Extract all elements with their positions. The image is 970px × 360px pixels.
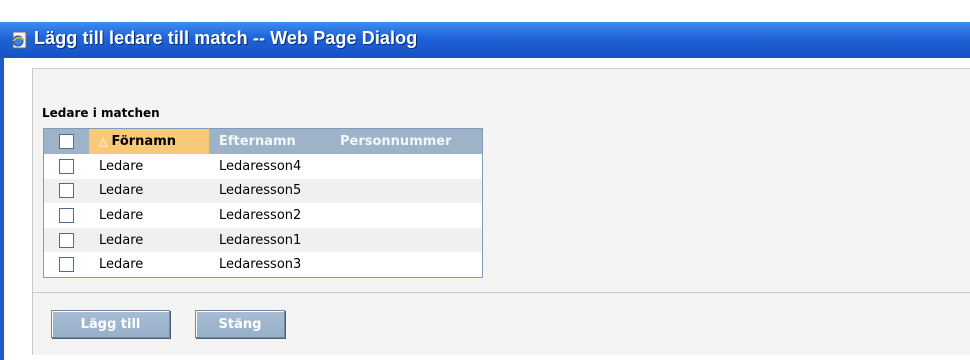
title-bar[interactable]: Lägg till ledare till match -- Web Page … <box>0 22 970 58</box>
section-heading: Ledare i matchen <box>42 106 160 120</box>
cell-first-name: Ledare <box>99 207 144 223</box>
cropped-caption <box>0 0 970 22</box>
sort-ascending-icon: △ <box>99 135 108 148</box>
leaders-grid: △ Förnamn Efternamn Personnummer Ledare … <box>43 128 483 278</box>
add-button[interactable]: Lägg till <box>51 310 170 338</box>
row-select-cell <box>44 252 89 277</box>
window-title: Lägg till ledare till match -- Web Page … <box>34 28 418 48</box>
column-header-first-name-label: Förnamn <box>111 134 176 149</box>
cell-personal-number <box>330 203 482 228</box>
column-header-last-name[interactable]: Efternamn <box>209 129 330 154</box>
row-checkbox[interactable] <box>59 158 74 174</box>
table-row[interactable]: Ledare Ledaresson3 <box>44 252 482 277</box>
column-header-personal-number-label: Personnummer <box>340 134 452 149</box>
column-header-personal-number[interactable]: Personnummer <box>330 129 482 154</box>
close-button[interactable]: Stäng <box>195 310 285 338</box>
cell-last-name: Ledaresson5 <box>219 183 302 199</box>
column-header-first-name[interactable]: △ Förnamn <box>89 129 209 154</box>
row-checkbox[interactable] <box>59 207 74 223</box>
table-row[interactable]: Ledare Ledaresson2 <box>44 203 482 228</box>
cell-first-name: Ledare <box>99 232 144 248</box>
column-header-last-name-label: Efternamn <box>219 134 296 149</box>
cell-last-name: Ledaresson4 <box>219 158 302 174</box>
cell-personal-number <box>330 228 482 253</box>
grid-body: Ledare Ledaresson4 Ledare Ledaresson5 Le… <box>44 154 482 277</box>
table-row[interactable]: Ledare Ledaresson5 <box>44 178 482 204</box>
row-select-cell <box>44 203 89 228</box>
ie-page-icon <box>12 31 27 49</box>
select-all-cell <box>44 129 89 154</box>
cell-last-name: Ledaresson2 <box>219 207 302 223</box>
cell-personal-number <box>330 154 482 179</box>
row-select-cell <box>44 154 89 179</box>
cell-personal-number <box>330 179 482 204</box>
row-checkbox[interactable] <box>59 232 74 248</box>
row-checkbox[interactable] <box>59 257 74 273</box>
cell-first-name: Ledare <box>99 183 144 199</box>
table-row[interactable]: Ledare Ledaresson4 <box>44 154 482 179</box>
cell-first-name: Ledare <box>99 257 144 273</box>
row-select-cell <box>44 228 89 253</box>
cell-first-name: Ledare <box>99 158 144 174</box>
grid-header-row: △ Förnamn Efternamn Personnummer <box>44 129 482 154</box>
row-checkbox[interactable] <box>59 183 74 199</box>
select-all-checkbox[interactable] <box>59 134 74 149</box>
cell-last-name: Ledaresson3 <box>219 257 302 273</box>
cell-personal-number <box>330 252 482 277</box>
row-select-cell <box>44 179 89 204</box>
table-row[interactable]: Ledare Ledaresson1 <box>44 227 482 253</box>
cell-last-name: Ledaresson1 <box>219 232 302 248</box>
panel-divider <box>32 292 970 293</box>
